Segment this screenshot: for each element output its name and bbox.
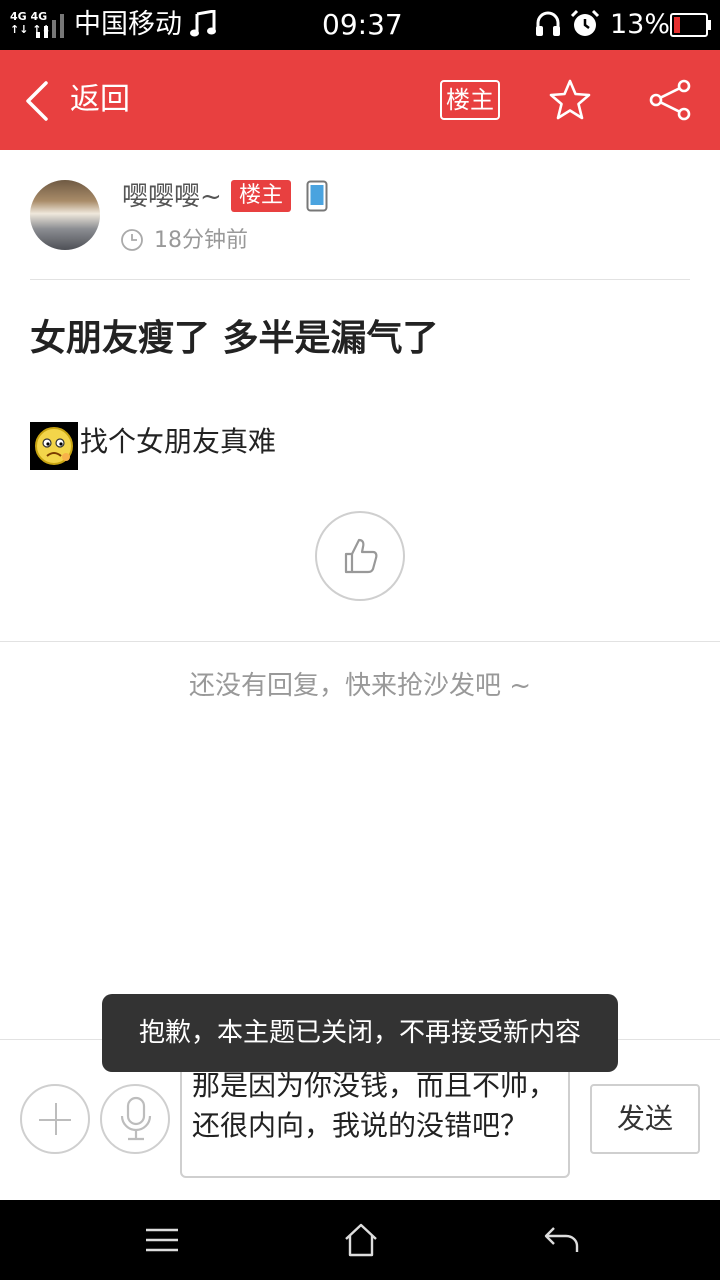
alarm-icon: [570, 9, 600, 36]
back-nav-icon[interactable]: [542, 1224, 580, 1256]
app-header: 返回 楼主: [0, 50, 720, 150]
post-time: 18分钟前: [154, 228, 248, 253]
clock-icon: [121, 229, 143, 251]
divider: [0, 641, 720, 642]
owner-only-toggle[interactable]: 楼主: [440, 80, 500, 120]
post-body: 找个女朋友真难: [80, 425, 277, 458]
author-avatar[interactable]: [30, 180, 100, 250]
sad-face-emoji-icon: [30, 422, 78, 470]
reply-input[interactable]: 那是因为你没钱，而且不帅，还很内向，我说的没错吧？: [180, 1060, 570, 1178]
back-icon[interactable]: [22, 80, 52, 122]
owner-badge: 楼主: [231, 180, 291, 212]
clock-time: 09:37: [322, 8, 403, 41]
share-icon[interactable]: [648, 78, 692, 122]
menu-icon[interactable]: [144, 1227, 180, 1253]
post-title: 女朋友瘦了 多半是漏气了: [30, 318, 439, 359]
star-icon[interactable]: [547, 78, 593, 122]
signal-icon: [36, 14, 64, 38]
send-button[interactable]: 发送: [590, 1084, 700, 1154]
toast-message: 抱歉，本主题已关闭，不再接受新内容: [102, 994, 618, 1072]
carrier-name: 中国移动: [74, 9, 182, 40]
headset-icon: [536, 11, 560, 36]
home-icon[interactable]: [342, 1222, 380, 1258]
no-replies-hint: 还没有回复，快来抢沙发吧 ~: [188, 671, 532, 701]
system-nav-bar: [0, 1200, 720, 1280]
battery-icon: [670, 13, 711, 37]
author-name[interactable]: 嘤嘤嘤~: [122, 180, 222, 214]
status-bar: 4G 4G ↑↓ ↑↓ 中国移动 09:37 13%: [0, 0, 720, 50]
microphone-icon: [120, 1096, 152, 1141]
like-button[interactable]: [315, 511, 405, 601]
phone-icon: [306, 180, 328, 212]
battery-percent: 13%: [610, 9, 671, 40]
voice-input-button[interactable]: [100, 1084, 170, 1154]
thumbs-up-icon: [344, 538, 378, 574]
add-attachment-button[interactable]: [20, 1084, 90, 1154]
divider: [30, 279, 690, 280]
back-button[interactable]: 返回: [70, 80, 130, 120]
music-icon: [190, 10, 216, 37]
